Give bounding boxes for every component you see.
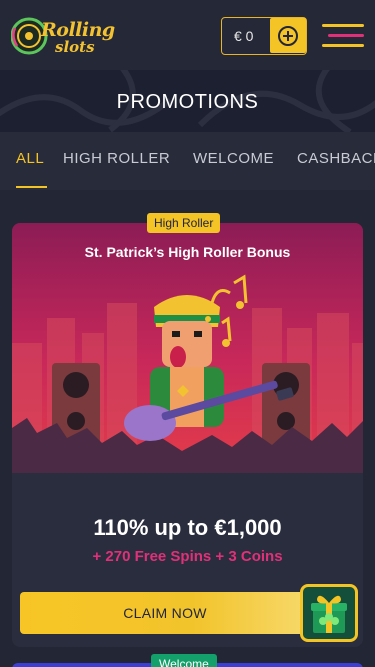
gift-box-icon — [311, 595, 347, 633]
next-promo-badge: Welcome — [151, 654, 217, 667]
tab-high-roller[interactable]: HIGH ROLLER — [63, 150, 170, 167]
tab-welcome[interactable]: WELCOME — [193, 150, 274, 167]
page-title: PROMOTIONS — [116, 91, 259, 113]
promo-title: St. Patrick’s High Roller Bonus — [84, 244, 291, 260]
hamburger-line-bottom — [322, 44, 364, 47]
promo-subline: + 270 Free Spins + 3 Coins — [92, 548, 283, 565]
gift-button[interactable] — [300, 584, 358, 642]
promo-headline: 110% up to €1,000 — [93, 515, 282, 540]
menu-button[interactable] — [322, 24, 364, 50]
tab-all[interactable]: ALL — [16, 150, 44, 167]
top-bar: Rolling slots € 0 — [0, 0, 375, 70]
hamburger-line-middle — [328, 34, 364, 37]
page-hero: PROMOTIONS — [0, 70, 375, 132]
balance-amount: € 0 — [234, 28, 254, 44]
promo-illustration — [12, 223, 363, 473]
logo-text-slots: slots — [55, 38, 95, 56]
balance-box[interactable]: € 0 — [221, 17, 307, 55]
active-tab-indicator — [16, 186, 47, 188]
rolling-slots-logo[interactable]: Rolling slots — [11, 12, 115, 60]
plus-circle-icon — [278, 25, 298, 46]
promo-tabs: ALL HIGH ROLLER WELCOME CASHBACK — [0, 132, 375, 190]
promo-badge: High Roller — [147, 213, 221, 233]
deposit-button[interactable] — [270, 18, 306, 53]
tab-cashback[interactable]: CASHBACK — [297, 150, 375, 167]
claim-now-button[interactable]: CLAIM NOW — [20, 592, 310, 634]
hamburger-icon — [322, 24, 364, 27]
